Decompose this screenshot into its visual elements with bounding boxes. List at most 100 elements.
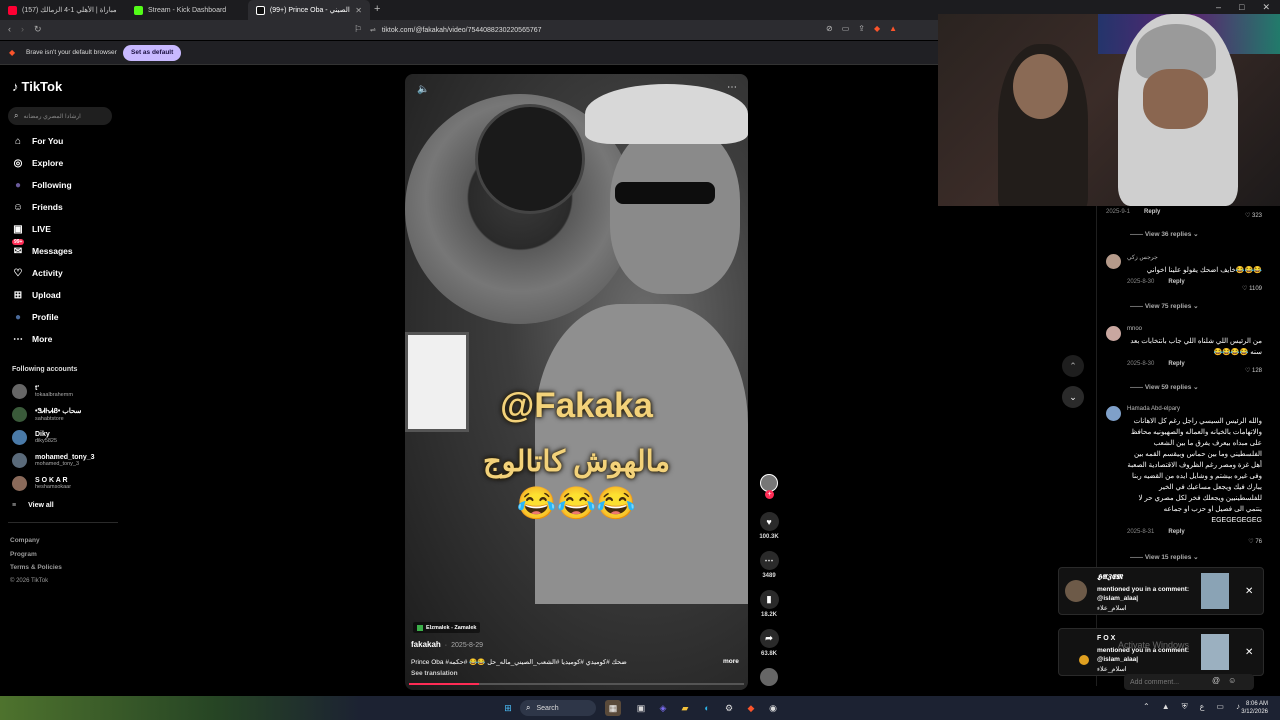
search-input[interactable]: ⌕ ارشادا المصري رمضانه [8,107,112,125]
tab-tiktok-active[interactable]: (99+) Prince Oba - الشعب الصيني ✕ [248,0,370,20]
save-action[interactable]: ▮ 18.2K [756,590,782,618]
tray-overflow-icon[interactable]: ⌃ [1143,702,1150,712]
sidebar-item-profile[interactable]: ● Profile [12,311,58,323]
set-default-button[interactable]: Set as default [123,45,182,61]
forward-icon[interactable]: › [21,24,24,35]
no-video-icon[interactable]: ⊘ [826,24,833,33]
comment-author[interactable]: Hamada Abd-elpary [1127,406,1262,412]
view-replies-button[interactable]: —— View 75 replies ⌄ [1130,302,1199,310]
edge-icon[interactable]: ◐ [699,700,715,716]
following-account-item[interactable]: S O K A Rheshamsokaar [12,476,71,491]
language-icon[interactable]: ع [1200,702,1205,712]
reply-button[interactable]: Reply [1168,279,1184,285]
sidebar-item-friends[interactable]: ☺ Friends [12,201,63,213]
brave-shield-icon[interactable]: ◆ [874,24,880,33]
tray-app-icon[interactable]: ▲ [1162,702,1170,712]
footer-program-link[interactable]: Program [10,548,62,562]
music-disc-icon[interactable] [760,668,778,686]
back-icon[interactable]: ‹ [8,24,11,35]
comment-likes[interactable]: ♡ 323 [1245,212,1262,219]
next-video-button[interactable]: ⌄ [1062,386,1084,408]
avatar[interactable] [1106,254,1121,269]
sidebar-item-for-you[interactable]: ⌂ For You [12,135,63,147]
reply-button[interactable]: Reply [1168,361,1184,367]
sidebar-item-live[interactable]: ▣ LIVE [12,223,51,235]
tab-kick-dashboard[interactable]: Stream - Kick Dashboard [126,0,248,20]
sidebar-item-messages[interactable]: ✉ Messages 99+ [12,239,73,257]
reply-button[interactable]: Reply [1168,529,1184,535]
emoji-icon[interactable]: ☺ [1228,676,1236,685]
following-account-item[interactable]: t' tokaalbrahemm [12,384,73,399]
taskbar-clock[interactable]: 8:06 AM 3/12/2026 [1236,700,1268,716]
close-window-icon[interactable]: ✕ [1262,2,1270,13]
video-progress-bar[interactable] [409,683,744,685]
sidebar-item-following[interactable]: ● Following [12,179,72,191]
maximize-icon[interactable]: □ [1239,2,1244,13]
notification-toast[interactable]: F O X mentioned you in a comment: @islam… [1058,628,1264,676]
share-icon[interactable]: ⇪ [858,24,865,33]
reload-icon[interactable]: ↻ [34,24,42,35]
network-icon[interactable]: ▭ [1216,702,1224,712]
view-replies-button[interactable]: —— View 15 replies ⌄ [1130,553,1199,561]
windows-start-icon[interactable]: ⊞ [500,700,516,716]
view-replies-button[interactable]: —— View 59 replies ⌄ [1130,383,1199,391]
copilot-icon[interactable]: ◈ [655,700,671,716]
brave-taskbar-icon[interactable]: ◆ [743,700,759,716]
comment-likes[interactable]: ♡ 1109 [1242,285,1262,292]
task-view-icon[interactable]: ▣ [633,700,649,716]
taskbar-search[interactable]: ⌕ Search [520,700,596,716]
view-replies-button[interactable]: —— View 36 replies ⌄ [1130,230,1199,238]
widgets-icon[interactable]: ▦ [605,700,621,716]
tray-shield-icon[interactable]: ⛨ [1182,702,1188,712]
sidebar-item-upload[interactable]: ⊞ Upload [12,289,61,301]
close-icon[interactable]: ✕ [1245,586,1253,597]
author-name[interactable]: fakakah [411,640,441,649]
minimize-icon[interactable]: – [1216,2,1221,13]
mention-icon[interactable]: @ [1212,676,1220,685]
comment-author[interactable]: mnoo [1127,326,1262,332]
previous-video-button[interactable]: ⌃ [1062,355,1084,377]
file-explorer-icon[interactable]: ▰ [677,700,693,716]
view-all-button[interactable]: ≡ View all [12,502,54,509]
chrome-icon[interactable]: ◉ [765,700,781,716]
see-translation-link[interactable]: See translation [411,670,458,677]
comment-author[interactable]: جرجس زكي [1127,254,1262,261]
bookmark-icon[interactable]: ⚐ [354,24,362,35]
close-icon[interactable]: ✕ [1245,647,1253,658]
sidebar-item-activity[interactable]: ♡ Activity [12,267,63,279]
more-options-icon[interactable]: ⋯ [727,82,737,93]
reply-button[interactable]: Reply [1144,209,1160,215]
following-account-item[interactable]: •ᏕᏗᏂᏗᏰ• سحاب sahabtstore [12,407,81,422]
heart-icon[interactable]: ♥ [759,512,779,531]
volume-icon[interactable]: 🔈 [417,84,429,95]
sidebar-item-more[interactable]: ⋯ More [12,333,52,345]
footer-terms-link[interactable]: Terms & Policies [10,561,62,575]
following-account-item[interactable]: Diky diky5825 [12,430,57,445]
sound-sticker[interactable]: Elzmalek - Zamalek [413,622,481,633]
comment-icon[interactable]: ⋯ [759,551,779,570]
video-player[interactable]: 🔈 ⋯ @Fakaka مالهوش كاتالوج 😂😂😂 Elzmalek … [405,74,748,690]
bookmark-save-icon[interactable]: ▮ [759,590,779,609]
comment-likes[interactable]: ♡ 76 [1248,538,1262,545]
tab-youtube[interactable]: (157) ملخص مباراة | الأهلي 1-4 الزمالك [0,0,126,20]
notification-toast[interactable]: 𝕳𝕬𝖅𝕰𝕸 mentioned you in a comment: @islam… [1058,567,1264,615]
share-arrow-icon[interactable]: ➦ [759,629,779,648]
like-action[interactable]: ♥ 100.3K [756,512,782,540]
close-tab-icon[interactable]: ✕ [355,6,362,15]
following-account-item[interactable]: mohamed_tony_3 mohamed_tony_3 [12,453,95,468]
share-action[interactable]: ➦ 63.8K [756,629,782,657]
tiktok-logo[interactable]: ♪ TikTok [12,79,62,94]
footer-company-link[interactable]: Company [10,534,62,548]
new-tab-icon[interactable]: + [374,3,380,15]
comment-action[interactable]: ⋯ 3489 [756,551,782,579]
caption-more-button[interactable]: more [723,658,739,665]
sidebar-item-explore[interactable]: ◎ Explore [12,157,64,169]
cast-icon[interactable]: ▭ [842,24,850,33]
comment-likes[interactable]: ♡ 128 [1245,367,1262,374]
brave-rewards-icon[interactable]: ▲ [889,24,897,33]
settings-gear-icon[interactable]: ⚙ [721,700,737,716]
follow-plus-icon[interactable]: + [765,490,774,499]
avatar[interactable] [1106,326,1121,341]
avatar[interactable] [1106,406,1121,421]
site-info-icon[interactable]: ⇌ [370,26,376,34]
